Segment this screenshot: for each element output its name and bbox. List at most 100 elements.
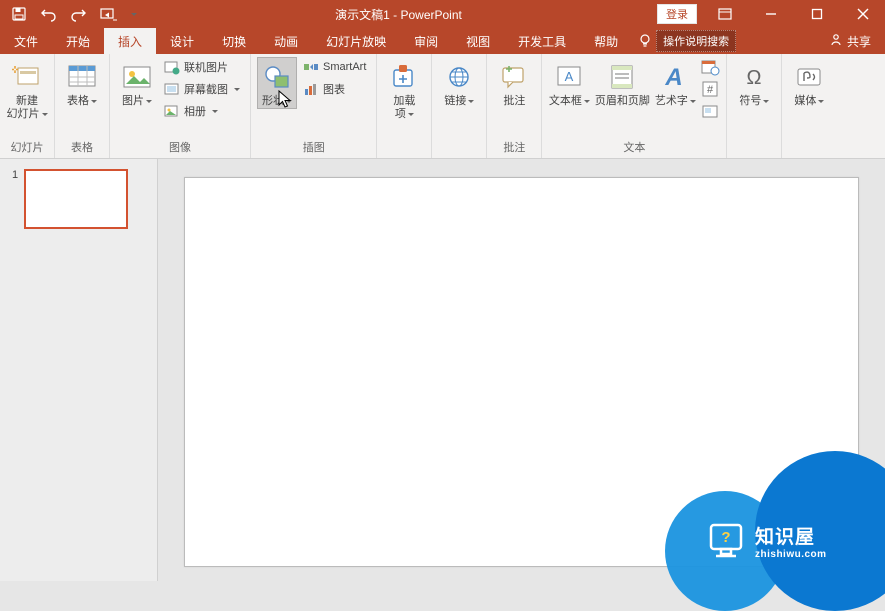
object-button[interactable] — [700, 101, 720, 121]
cursor-icon — [278, 90, 294, 110]
tab-design[interactable]: 设计 — [156, 28, 208, 54]
smartart-label: SmartArt — [323, 61, 366, 73]
watermark-url: zhishiwu.com — [755, 549, 827, 560]
tab-review[interactable]: 审阅 — [400, 28, 452, 54]
title-bar-controls: 登录 — [657, 0, 885, 28]
shapes-button[interactable]: 形状 — [257, 57, 297, 109]
textbox-button[interactable]: A 文本框 — [548, 57, 590, 108]
addins-label: 加载 项 — [393, 95, 415, 121]
group-slides-label: 幻灯片 — [6, 137, 48, 158]
media-label: 媒体 — [794, 95, 824, 108]
group-text: A 文本框 页眉和页脚 A 艺术字 # — [542, 54, 727, 158]
media-icon — [793, 61, 825, 93]
watermark-icon: ? — [705, 521, 747, 561]
date-time-button[interactable] — [700, 57, 720, 77]
group-media-label — [788, 153, 830, 158]
group-comments-label: 批注 — [493, 137, 535, 158]
share-button[interactable]: 共享 — [829, 28, 871, 54]
slide-number-button[interactable]: # — [700, 79, 720, 99]
maximize-button[interactable] — [795, 0, 839, 28]
close-button[interactable] — [841, 0, 885, 28]
tab-slideshow[interactable]: 幻灯片放映 — [312, 28, 400, 54]
bulb-icon — [638, 33, 652, 50]
symbol-label: 符号 — [739, 95, 769, 108]
tab-insert[interactable]: 插入 — [104, 28, 156, 54]
header-footer-icon — [606, 61, 638, 93]
comment-label: 批注 — [503, 95, 525, 108]
tab-home[interactable]: 开始 — [52, 28, 104, 54]
online-pictures-button[interactable]: 联机图片 — [160, 57, 244, 77]
link-label: 链接 — [444, 95, 474, 108]
screenshot-button[interactable]: 屏幕截图 — [160, 79, 244, 99]
addins-button[interactable]: 加载 项 — [383, 57, 425, 121]
wordart-button[interactable]: A 艺术字 — [654, 57, 696, 108]
online-pictures-label: 联机图片 — [184, 59, 228, 75]
qat-customize-button[interactable] — [126, 2, 140, 26]
screenshot-icon — [164, 81, 180, 97]
table-button[interactable]: 表格 — [61, 57, 103, 108]
screenshot-label: 屏幕截图 — [184, 81, 228, 97]
save-button[interactable] — [6, 2, 32, 26]
tab-developer[interactable]: 开发工具 — [504, 28, 580, 54]
svg-text:Ω: Ω — [747, 67, 762, 89]
tab-animations[interactable]: 动画 — [260, 28, 312, 54]
object-icon — [702, 103, 718, 119]
media-button[interactable]: 媒体 — [788, 57, 830, 108]
start-from-beginning-button[interactable] — [96, 2, 122, 26]
group-tables-label: 表格 — [61, 137, 103, 158]
new-slide-button[interactable]: 新建 幻灯片 — [6, 57, 48, 121]
tell-me-search[interactable]: 操作说明搜索 — [638, 28, 736, 54]
tab-file[interactable]: 文件 — [0, 28, 52, 54]
slide-thumbnail-pane[interactable]: 1 — [0, 159, 158, 581]
textbox-icon: A — [553, 61, 585, 93]
ribbon: 新建 幻灯片 幻灯片 表格 表格 图片 — [0, 54, 885, 159]
ribbon-display-options-button[interactable] — [703, 0, 747, 28]
group-slides: 新建 幻灯片 幻灯片 — [0, 54, 55, 158]
comment-button[interactable]: 批注 — [493, 57, 535, 108]
new-slide-icon — [11, 61, 43, 93]
date-time-icon — [702, 59, 718, 75]
thumbnail-item[interactable]: 1 — [12, 169, 145, 229]
pictures-label: 图片 — [122, 95, 152, 108]
group-addins-label — [383, 153, 425, 158]
symbol-button[interactable]: Ω 符号 — [733, 57, 775, 108]
share-label: 共享 — [847, 33, 871, 50]
watermark-text: 知识屋 zhishiwu.com — [755, 522, 827, 560]
login-button[interactable]: 登录 — [657, 4, 697, 24]
title-bar: 演示文稿1 - PowerPoint 登录 — [0, 0, 885, 28]
thumbnail-number: 1 — [12, 169, 18, 229]
chart-button[interactable]: 图表 — [299, 79, 370, 99]
chart-label: 图表 — [323, 81, 345, 97]
redo-button[interactable] — [66, 2, 92, 26]
group-links: 链接 — [432, 54, 487, 158]
symbol-icon: Ω — [738, 61, 770, 93]
photo-album-button[interactable]: 相册 — [160, 101, 244, 121]
group-tables: 表格 表格 — [55, 54, 110, 158]
minimize-button[interactable] — [749, 0, 793, 28]
link-icon — [443, 61, 475, 93]
wordart-label: 艺术字 — [655, 95, 696, 108]
shapes-icon — [261, 61, 293, 93]
group-symbols-label — [733, 153, 775, 158]
smartart-button[interactable]: SmartArt — [299, 57, 370, 77]
tab-transitions[interactable]: 切换 — [208, 28, 260, 54]
pictures-button[interactable]: 图片 — [116, 57, 158, 108]
ribbon-tabs: 文件 开始 插入 设计 切换 动画 幻灯片放映 审阅 视图 开发工具 帮助 操作… — [0, 28, 885, 54]
thumbnail-preview[interactable] — [24, 169, 128, 229]
tell-me-label: 操作说明搜索 — [656, 30, 736, 52]
header-footer-button[interactable]: 页眉和页脚 — [592, 57, 652, 108]
pictures-icon — [121, 61, 153, 93]
table-label: 表格 — [67, 95, 97, 108]
watermark-logo: ? 知识屋 zhishiwu.com — [695, 501, 885, 581]
smartart-icon — [303, 59, 319, 75]
group-media: 媒体 — [782, 54, 836, 158]
photo-album-icon — [164, 103, 180, 119]
undo-button[interactable] — [36, 2, 62, 26]
photo-album-label: 相册 — [184, 103, 206, 119]
svg-text:A: A — [665, 64, 683, 91]
tab-view[interactable]: 视图 — [452, 28, 504, 54]
link-button[interactable]: 链接 — [438, 57, 480, 108]
table-icon — [66, 61, 98, 93]
chart-icon — [303, 81, 319, 97]
tab-help[interactable]: 帮助 — [580, 28, 632, 54]
